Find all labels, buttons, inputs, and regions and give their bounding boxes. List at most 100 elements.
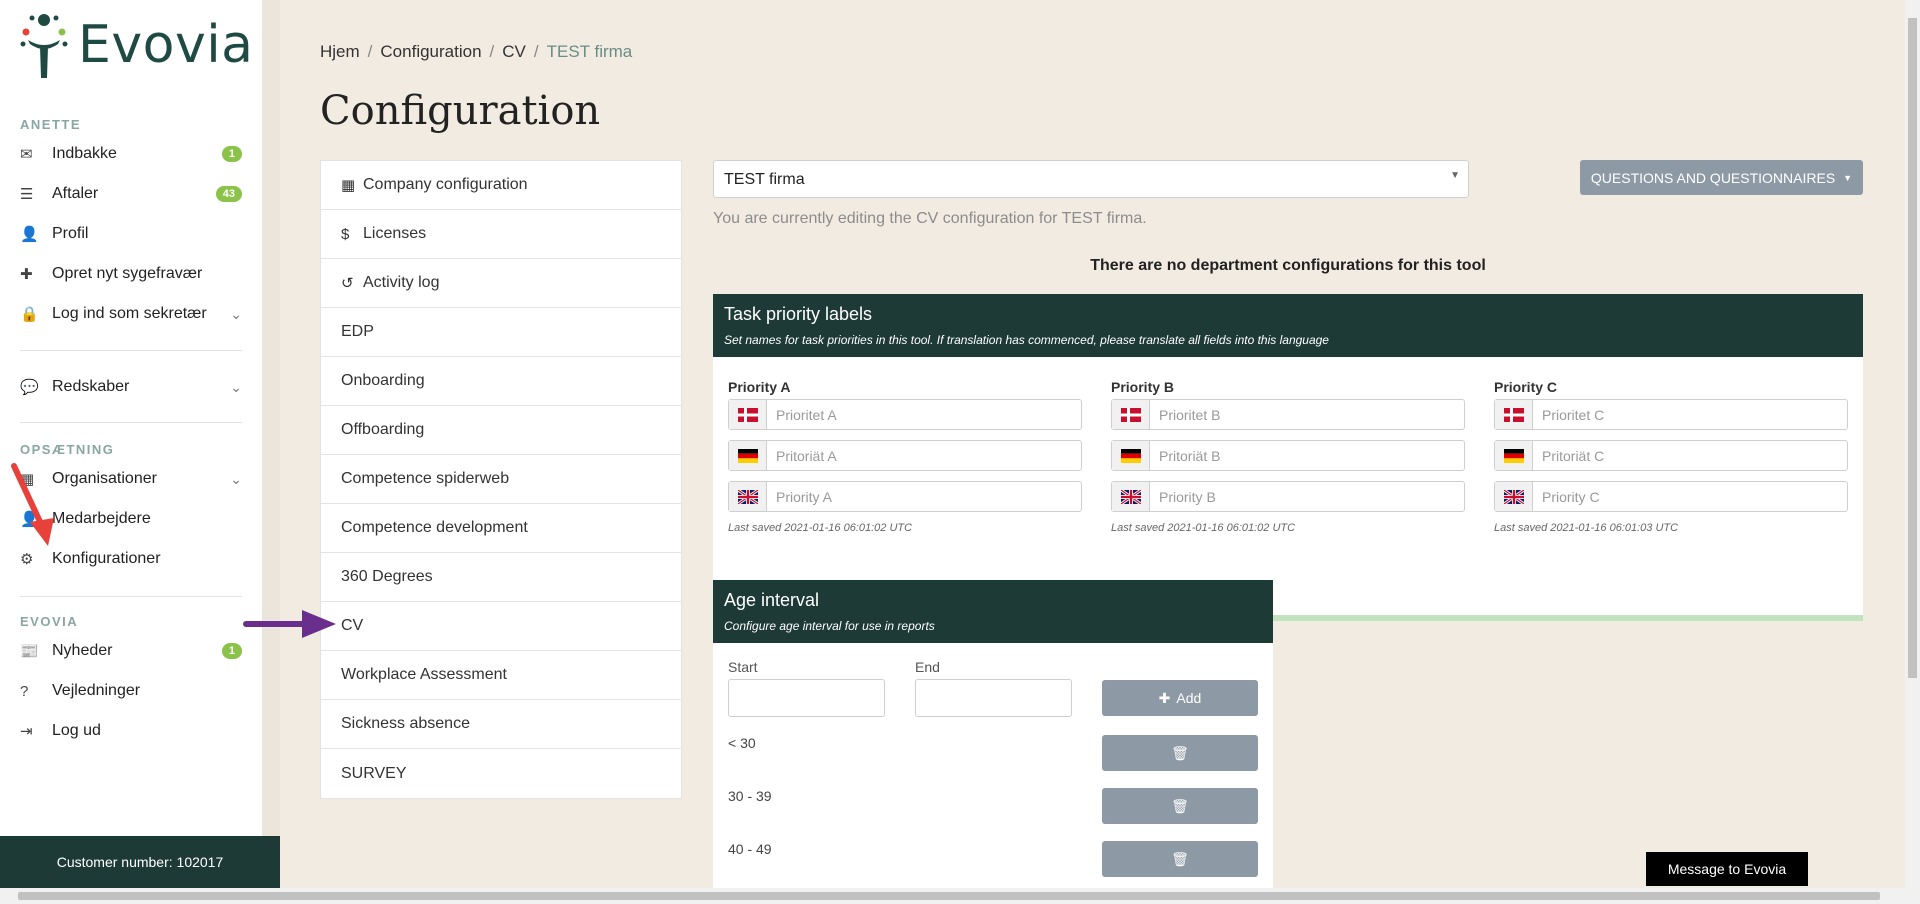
- sidebar-item-indbakke[interactable]: ✉ Indbakke 1: [20, 138, 242, 170]
- sidebar-item-label: Organisationer: [52, 470, 157, 487]
- age-range-item: 30 - 39: [728, 788, 772, 804]
- questions-dropdown-button[interactable]: QUESTIONS AND QUESTIONNAIRES ▼: [1580, 160, 1863, 195]
- vertical-scrollbar[interactable]: [1905, 0, 1920, 888]
- config-nav-sickness-absence[interactable]: Sickness absence: [321, 700, 681, 749]
- no-department-notice: There are no department configurations f…: [1090, 257, 1486, 274]
- firm-select[interactable]: TEST firma ▼: [713, 160, 1469, 198]
- config-nav-360-degrees[interactable]: 360 Degrees: [321, 553, 681, 602]
- priority-b-english-input[interactable]: Priority B: [1111, 481, 1465, 512]
- add-button-label: Add: [1176, 690, 1202, 706]
- trash-icon: 🗑: [1171, 797, 1189, 814]
- chevron-down-icon: ⌄: [230, 378, 242, 395]
- sidebar-divider: [20, 596, 242, 597]
- config-nav-competence-development[interactable]: Competence development: [321, 504, 681, 553]
- delete-age-range-button[interactable]: 🗑: [1102, 841, 1258, 877]
- priority-a-english-input[interactable]: Priority A: [728, 481, 1082, 512]
- config-nav-offboarding[interactable]: Offboarding: [321, 406, 681, 455]
- scrollbar-thumb[interactable]: [1908, 18, 1917, 678]
- config-nav-competence-spiderweb[interactable]: Competence spiderweb: [321, 455, 681, 504]
- danish-flag-icon: [729, 400, 767, 429]
- chevron-down-icon: ⌄: [230, 305, 242, 322]
- sidebar-item-opret-sygefravaer[interactable]: ✚ Opret nyt sygefravær: [20, 258, 242, 290]
- section-user: ANETTE: [20, 117, 81, 132]
- horizontal-scrollbar[interactable]: [0, 888, 1920, 904]
- uk-flag-icon: [1112, 482, 1150, 511]
- sidebar-item-label: Nyheder: [52, 642, 113, 659]
- section-setup: OPSÆTNING: [20, 442, 115, 457]
- plus-icon: ✚: [20, 266, 33, 283]
- age-end-input[interactable]: [915, 679, 1072, 717]
- priority-b-danish-input[interactable]: Prioritet B: [1111, 399, 1465, 430]
- customer-number-bar: Customer number: 102017: [0, 836, 280, 888]
- panel-subtitle: Configure age interval for use in report…: [724, 619, 935, 633]
- breadcrumb-cv[interactable]: CV: [502, 42, 526, 61]
- delete-age-range-button[interactable]: 🗑: [1102, 788, 1258, 824]
- age-range-item: 40 - 49: [728, 841, 772, 857]
- gear-icon: ⚙: [20, 551, 34, 568]
- plus-icon: ✚: [1158, 689, 1171, 706]
- german-flag-icon: [1495, 441, 1533, 470]
- delete-age-range-button[interactable]: 🗑: [1102, 735, 1258, 771]
- sidebar-item-nyheder[interactable]: 📰 Nyheder 1: [20, 635, 242, 667]
- sidebar-item-redskaber[interactable]: 💬 Redskaber ⌄: [20, 371, 242, 403]
- uk-flag-icon: [729, 482, 767, 511]
- priority-a-danish-input[interactable]: Prioritet A: [728, 399, 1082, 430]
- config-nav-label: Activity log: [363, 274, 440, 291]
- input-placeholder: Priority B: [1159, 488, 1216, 505]
- config-nav-label: Sickness absence: [341, 715, 470, 732]
- german-flag-icon: [1112, 441, 1150, 470]
- sidebar-item-aftaler[interactable]: ☰ Aftaler 43: [20, 178, 242, 210]
- sidebar-item-label: Medarbejdere: [52, 510, 151, 527]
- input-placeholder: Pritoriät A: [776, 447, 837, 464]
- section-evovia: EVOVIA: [20, 614, 79, 629]
- sidebar-item-profil[interactable]: 👤 Profil: [20, 218, 242, 250]
- evovia-logo[interactable]: Evovia: [18, 10, 254, 80]
- config-nav-licenses[interactable]: $ Licenses: [321, 210, 681, 259]
- page-title: Configuration: [320, 88, 601, 134]
- caret-down-icon: ▼: [1450, 170, 1460, 181]
- age-interval-header: Age interval Configure age interval for …: [713, 580, 1273, 643]
- danish-flag-icon: [1112, 400, 1150, 429]
- sidebar-item-log-ud[interactable]: ⇥ Log ud: [20, 715, 242, 747]
- input-placeholder: Pritoriät C: [1542, 447, 1605, 464]
- end-label: End: [915, 659, 940, 675]
- caret-down-icon: ▼: [1843, 172, 1853, 183]
- last-saved-text: Last saved 2021-01-16 06:01:03 UTC: [1494, 522, 1679, 534]
- inbox-count-badge: 1: [221, 146, 242, 162]
- config-nav-edp[interactable]: EDP: [321, 308, 681, 357]
- last-saved-text: Last saved 2021-01-16 06:01:02 UTC: [728, 522, 913, 534]
- sidebar-item-vejledninger[interactable]: ? Vejledninger: [20, 675, 242, 707]
- breadcrumb-separator: /: [489, 42, 495, 61]
- age-start-input[interactable]: [728, 679, 885, 717]
- scrollbar-thumb[interactable]: [18, 892, 1880, 900]
- priority-a-german-input[interactable]: Pritoriät A: [728, 440, 1082, 471]
- config-nav-activity-log[interactable]: ↺ Activity log: [321, 259, 681, 308]
- priority-label: Priority B: [1111, 379, 1175, 395]
- priority-c-english-input[interactable]: Priority C: [1494, 481, 1848, 512]
- config-nav-company-configuration[interactable]: ▦ Company configuration: [321, 161, 681, 210]
- priority-c-danish-input[interactable]: Prioritet C: [1494, 399, 1848, 430]
- config-nav-workplace-assessment[interactable]: Workplace Assessment: [321, 651, 681, 700]
- config-nav-survey[interactable]: SURVEY: [321, 749, 681, 798]
- newspaper-icon: 📰: [20, 643, 39, 660]
- sidebar-item-log-ind-sekretaer[interactable]: 🔒 Log ind som sekretær ⌄: [20, 298, 242, 330]
- config-nav-cv[interactable]: CV: [321, 602, 681, 651]
- breadcrumb: Hjem / Configuration / CV / TEST firma: [320, 42, 632, 62]
- speech-bubble-icon: 💬: [20, 379, 39, 396]
- add-age-interval-button[interactable]: ✚ Add: [1102, 680, 1258, 716]
- breadcrumb-home[interactable]: Hjem: [320, 42, 360, 61]
- priority-column-b: Priority B Prioritet B Pritoriät B Prior…: [1111, 379, 1465, 534]
- priority-c-german-input[interactable]: Pritoriät C: [1494, 440, 1848, 471]
- task-priority-panel: Task priority labels Set names for task …: [713, 294, 1863, 621]
- priority-label: Priority C: [1494, 379, 1558, 395]
- config-nav-label: CV: [341, 617, 364, 634]
- breadcrumb-configuration[interactable]: Configuration: [380, 42, 481, 61]
- config-nav-label: Company configuration: [363, 176, 528, 193]
- german-flag-icon: [729, 441, 767, 470]
- config-nav-onboarding[interactable]: Onboarding: [321, 357, 681, 406]
- config-nav-label: Competence spiderweb: [341, 470, 510, 487]
- priority-b-german-input[interactable]: Pritoriät B: [1111, 440, 1465, 471]
- lock-icon: 🔒: [20, 306, 39, 323]
- uk-flag-icon: [1495, 482, 1533, 511]
- message-to-evovia-button[interactable]: Message to Evovia: [1646, 852, 1808, 886]
